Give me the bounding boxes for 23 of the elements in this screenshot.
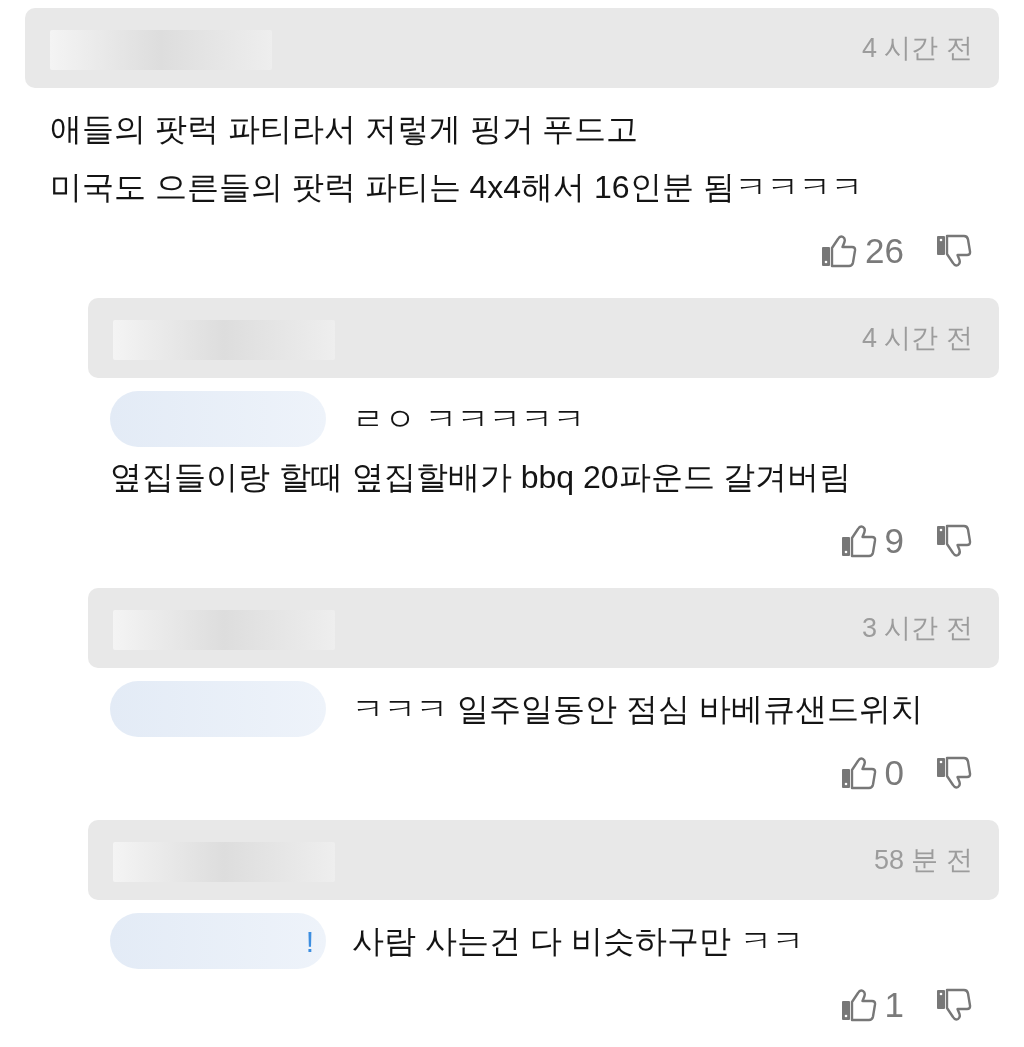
thumbs-down-icon[interactable] [936,523,972,559]
comment-time: 4 시간 전 [861,321,973,355]
like-count: 1 [884,984,904,1026]
comment-time: 4 시간 전 [861,31,973,65]
thumbs-up-icon[interactable] [840,523,877,559]
comment-time: 58 분 전 [873,843,973,877]
comment-text: 미국도 으른들의 팟럭 파티는 4x4해서 16인분 됨ㅋㅋㅋㅋ [50,168,863,207]
thumbs-down-icon[interactable] [936,987,972,1023]
comment-text: ㄹㅇ ㅋㅋㅋㅋㅋ [352,400,585,439]
thumbs-down-icon[interactable] [936,755,972,791]
comment-text: ㅋㅋㅋ 일주일동안 점심 바베큐샌드위치 [352,690,923,729]
thumbs-up-icon[interactable] [840,987,877,1023]
comment-text: 옆집들이랑 할때 옆집할배가 bbq 20파운드 갈겨버림 [110,458,852,497]
thumbs-down-icon[interactable] [936,233,972,269]
blurred-mention[interactable]: ! [110,913,326,969]
comment-time: 3 시간 전 [861,611,973,645]
thumbs-up-icon[interactable] [821,233,858,269]
like-count: 0 [884,752,904,794]
thumbs-up-icon[interactable] [840,755,877,791]
like-count: 26 [865,230,904,272]
like-count: 9 [884,520,904,562]
comment-text: 사람 사는건 다 비슷하구만 ㅋㅋ [352,922,804,961]
comment-text: 애들의 팟럭 파티라서 저렇게 핑거 푸드고 [50,110,639,149]
